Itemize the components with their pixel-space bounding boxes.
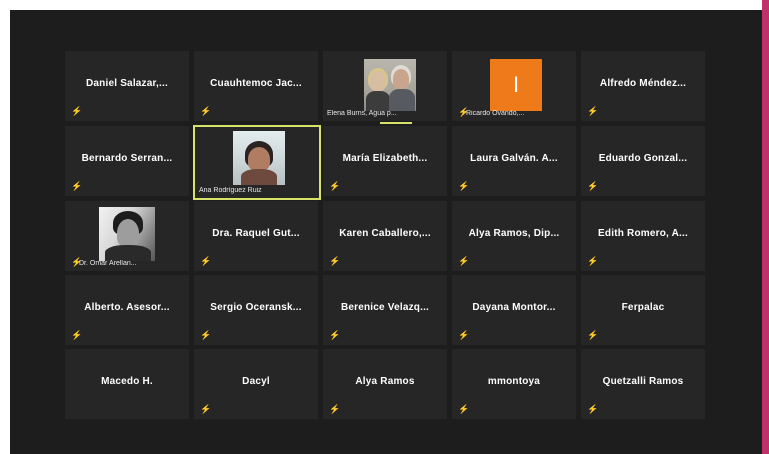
muted-mic-icon: ⚡ xyxy=(587,106,599,116)
participant-tile[interactable]: Alfredo Méndez... ⚡ xyxy=(581,51,705,121)
participant-tile[interactable]: Sergio Oceransk... ⚡ xyxy=(194,275,318,345)
muted-mic-icon: ⚡ xyxy=(458,181,470,191)
participant-tile[interactable]: Dacyl ⚡ xyxy=(194,349,318,419)
participant-name: Alya Ramos xyxy=(355,376,415,387)
participant-name: Ana Rodríguez Ruiz xyxy=(199,187,262,194)
participant-tile[interactable]: mmontoya ⚡ xyxy=(452,349,576,419)
participant-tile[interactable]: Laura Galván. A... ⚡ xyxy=(452,126,576,196)
participant-tile[interactable]: Daniel Salazar,... ⚡ xyxy=(65,51,189,121)
participant-name: María Elizabeth... xyxy=(342,153,428,164)
muted-mic-icon: ⚡ xyxy=(200,106,212,116)
participant-name: Quetzalli Ramos xyxy=(602,376,684,387)
participant-tile[interactable]: ⚡ Dr. Omar Arellan... xyxy=(65,201,189,271)
participant-video xyxy=(364,59,416,111)
participant-name: Alfredo Méndez... xyxy=(599,78,687,89)
meeting-gallery: Daniel Salazar,... ⚡ Cuauhtemoc Jac... ⚡… xyxy=(10,10,765,454)
participant-name: Edith Romero, A... xyxy=(598,228,688,239)
participant-name: Elena Burns, Agua p... xyxy=(327,110,397,117)
muted-mic-icon: ⚡ xyxy=(458,330,470,340)
participant-tile[interactable]: Bernardo Serran... ⚡ xyxy=(65,126,189,196)
muted-mic-icon: ⚡ xyxy=(587,330,599,340)
participant-tile[interactable]: Karen Caballero,... ⚡ xyxy=(323,201,447,271)
participant-tile[interactable]: Macedo H. xyxy=(65,349,189,419)
participant-tile[interactable]: María Elizabeth... ⚡ xyxy=(323,126,447,196)
participant-name: Macedo H. xyxy=(101,376,153,387)
participant-name: Alberto. Asesor... xyxy=(84,302,170,313)
participant-name: Dacyl xyxy=(242,376,270,387)
muted-mic-icon: ⚡ xyxy=(71,330,83,340)
muted-mic-icon: ⚡ xyxy=(71,106,83,116)
participant-tile[interactable]: Edith Romero, A... ⚡ xyxy=(581,201,705,271)
participant-name: Dr. Omar Arellan... xyxy=(79,260,137,267)
muted-mic-icon: ⚡ xyxy=(200,256,212,266)
participant-tile[interactable]: Alya Ramos ⚡ xyxy=(323,349,447,419)
participant-name: Sergio Oceransk... xyxy=(210,302,302,313)
avatar-letter: I xyxy=(512,72,520,97)
participant-name: Cuauhtemoc Jac... xyxy=(210,78,302,89)
participant-tile[interactable]: Berenice Velazq... ⚡ xyxy=(323,275,447,345)
muted-mic-icon: ⚡ xyxy=(458,107,470,117)
muted-mic-icon: ⚡ xyxy=(329,330,341,340)
muted-mic-icon: ⚡ xyxy=(200,404,212,414)
participant-tile[interactable]: Cuauhtemoc Jac... ⚡ xyxy=(194,51,318,121)
participant-tile[interactable]: I ⚡ Ricardo Ovando,... xyxy=(452,51,576,121)
muted-mic-icon: ⚡ xyxy=(329,404,341,414)
participant-tile[interactable]: Ferpalac ⚡ xyxy=(581,275,705,345)
participant-name: Dra. Raquel Gut... xyxy=(212,228,300,239)
muted-mic-icon: ⚡ xyxy=(587,404,599,414)
participant-tile[interactable]: Alya Ramos, Dip... ⚡ xyxy=(452,201,576,271)
muted-mic-icon: ⚡ xyxy=(458,256,470,266)
participant-name: Dayana Montor... xyxy=(472,302,556,313)
accent-bar xyxy=(762,0,769,454)
muted-mic-icon: ⚡ xyxy=(587,256,599,266)
participant-video xyxy=(233,131,285,185)
participant-tile[interactable]: Dayana Montor... ⚡ xyxy=(452,275,576,345)
participant-name: Eduardo Gonzal... xyxy=(598,153,688,164)
participant-tile[interactable]: Dra. Raquel Gut... ⚡ xyxy=(194,201,318,271)
participant-name: Berenice Velazq... xyxy=(340,302,430,313)
participant-name: Laura Galván. A... xyxy=(470,153,558,164)
participant-tile[interactable]: Elena Burns, Agua p... xyxy=(323,51,447,124)
participant-name: Alya Ramos, Dip... xyxy=(468,228,560,239)
participant-name: Bernardo Serran... xyxy=(81,153,173,164)
muted-mic-icon: ⚡ xyxy=(200,330,212,340)
participant-tile[interactable]: Alberto. Asesor... ⚡ xyxy=(65,275,189,345)
muted-mic-icon: ⚡ xyxy=(71,257,83,267)
avatar: I xyxy=(490,59,542,111)
participant-name: Ricardo Ovando,... xyxy=(466,110,525,117)
participant-name: Ferpalac xyxy=(621,302,665,313)
muted-mic-icon: ⚡ xyxy=(71,181,83,191)
participant-tile[interactable]: Quetzalli Ramos ⚡ xyxy=(581,349,705,419)
muted-mic-icon: ⚡ xyxy=(458,404,470,414)
muted-mic-icon: ⚡ xyxy=(329,181,341,191)
participant-name: Daniel Salazar,... xyxy=(86,78,168,89)
muted-mic-icon: ⚡ xyxy=(587,181,599,191)
participant-name: Karen Caballero,... xyxy=(339,228,431,239)
participant-tile[interactable]: Eduardo Gonzal... ⚡ xyxy=(581,126,705,196)
participant-name: mmontoya xyxy=(487,376,541,387)
participant-video xyxy=(99,207,155,261)
active-speaker-tile[interactable]: Ana Rodríguez Ruiz xyxy=(193,125,321,200)
muted-mic-icon: ⚡ xyxy=(329,256,341,266)
